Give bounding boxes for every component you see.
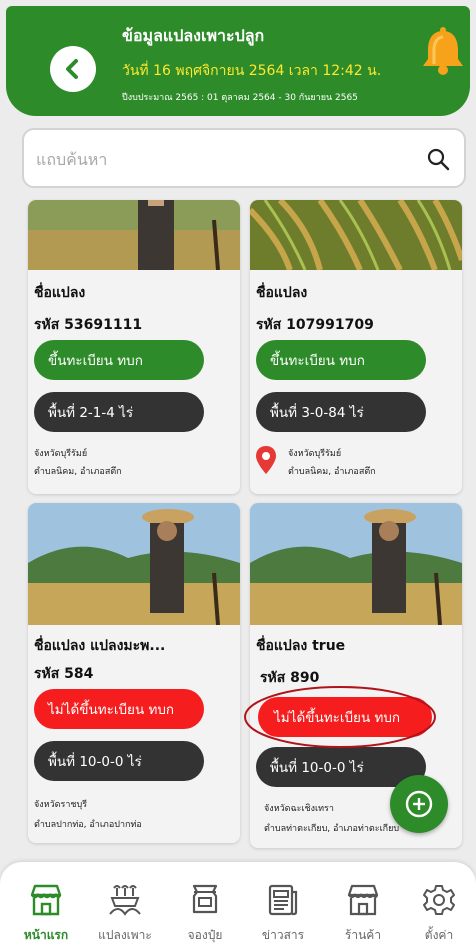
gear-icon <box>423 885 455 915</box>
plot-province: จังหวัดราชบุรี <box>34 800 88 810</box>
plot-district: ตำบลนิคม, อำเภอสตึก <box>34 467 122 477</box>
plant-plot-icon <box>109 885 141 916</box>
plot-province: จังหวัดบุรีรัมย์ <box>288 449 342 459</box>
farmer-photo <box>250 503 462 625</box>
app-header: ข้อมูลแปลงเพาะปลูก วันที่ 16 พฤศจิกายน 2… <box>6 6 470 116</box>
search-icon[interactable] <box>426 147 450 171</box>
current-date: วันที่ 16 พฤศจิกายน 2564 เวลา 12:42 น. <box>122 63 382 79</box>
shop-icon <box>347 884 379 916</box>
plot-district: ตำบลนิคม, อำเภอสตึก <box>288 467 376 477</box>
fertilizer-sack-icon <box>192 884 218 914</box>
rice-photo <box>250 200 462 270</box>
highlight-ellipse <box>244 686 436 748</box>
plot-area-badge: พื้นที่ 3-0-84 ไร่ <box>256 392 426 432</box>
nav-label: ข่าวสาร <box>261 928 305 942</box>
plot-name: ชื่อแปลง แปลงมะพ... <box>34 638 166 654</box>
registration-status-badge: ไม่ได้ขึ้นทะเบียน ทบก <box>34 689 204 729</box>
plot-code: รหัส 584 <box>34 666 94 682</box>
nav-label: ร้านค้า <box>344 928 382 942</box>
nav-news[interactable]: ข่าวสาร <box>248 884 318 944</box>
plot-district: ตำบลปากท่อ, อำเภอปากท่อ <box>34 820 142 830</box>
store-icon <box>30 884 62 916</box>
search-bar <box>22 128 466 188</box>
add-plot-button[interactable] <box>390 775 448 833</box>
plot-province: จังหวัดบุรีรัมย์ <box>34 449 88 459</box>
plus-circle-icon <box>405 790 433 818</box>
plot-name: ชื่อแปลง <box>256 285 308 301</box>
news-icon <box>268 884 298 916</box>
plot-code: รหัส 107991709 <box>256 317 374 333</box>
page-title: ข้อมูลแปลงเพาะปลูก <box>122 26 265 45</box>
bell-icon[interactable] <box>420 26 466 76</box>
back-button[interactable] <box>50 46 96 92</box>
nav-label: ตั้งค่า <box>424 928 454 942</box>
plot-code: รหัส 53691111 <box>34 317 143 333</box>
nav-fertilizer[interactable]: จองปุ๋ย <box>170 884 240 944</box>
nav-plots[interactable]: แปลงเพาะ <box>90 884 160 944</box>
nav-shop[interactable]: ร้านค้า <box>328 884 398 944</box>
plot-name: ชื่อแปลง <box>34 285 86 301</box>
location-pin-icon <box>256 446 276 474</box>
nav-label: จองปุ๋ย <box>187 928 223 942</box>
plot-card[interactable]: ชื่อแปลง รหัส 107991709 ขึ้นทะเบียน ทบก … <box>250 200 462 494</box>
plot-name: ชื่อแปลง true <box>256 638 346 654</box>
registration-status-badge: ขึ้นทะเบียน ทบก <box>34 340 204 380</box>
farmer-photo <box>28 200 240 270</box>
nav-settings[interactable]: ตั้งค่า <box>404 884 474 944</box>
search-input[interactable] <box>36 144 406 174</box>
plot-district: ตำบลท่าตะเกียบ, อำเภอท่าตะเกียบ <box>264 824 400 834</box>
bottom-nav: หน้าแรก แปลงเพาะ จองปุ๋ย ข่าวสาร ร้านค้า… <box>0 862 476 944</box>
registration-status-badge: ขึ้นทะเบียน ทบก <box>256 340 426 380</box>
nav-label: แปลงเพาะ <box>98 928 152 942</box>
plot-card[interactable]: ชื่อแปลง แปลงมะพ... รหัส 584 ไม่ได้ขึ้นท… <box>28 503 240 843</box>
nav-home[interactable]: หน้าแรก <box>11 884 81 944</box>
chevron-left-icon <box>66 59 78 79</box>
plot-province: จังหวัดฉะเชิงเทรา <box>264 804 334 814</box>
plot-area-badge: พื้นที่ 2-1-4 ไร่ <box>34 392 204 432</box>
nav-label: หน้าแรก <box>23 928 69 942</box>
plot-card[interactable]: ชื่อแปลง รหัส 53691111 ขึ้นทะเบียน ทบก พ… <box>28 200 240 494</box>
farmer-photo <box>28 503 240 625</box>
plot-area-badge: พื้นที่ 10-0-0 ไร่ <box>34 741 204 781</box>
budget-year: ปีงบประมาณ 2565 : 01 ตุลาคม 2564 - 30 กั… <box>122 93 358 103</box>
